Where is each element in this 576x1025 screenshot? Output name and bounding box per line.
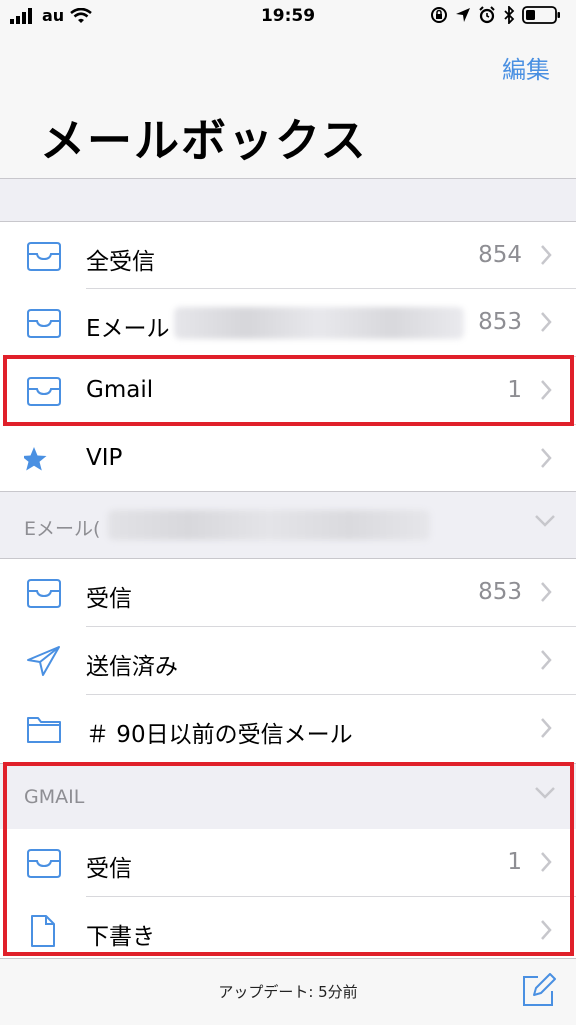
mailbox-row-gmail[interactable]: Gmail 1 [0,357,576,425]
folder-label: 受信 [86,856,132,882]
inbox-tray-icon [27,849,61,878]
folder-label: 送信済み [86,654,178,680]
paper-plane-icon [27,646,60,676]
chevron-down-icon [535,787,555,799]
folder-row-gmail-inbox[interactable]: 受信 1 [0,829,576,897]
account-name: GMAIL [24,786,85,808]
alarm-icon [479,6,495,24]
inbox-tray-icon [27,377,61,406]
orientation-lock-icon [431,7,447,23]
star-icon [24,447,47,471]
unread-count: 853 [478,579,522,605]
navigation-header: 編集 メールボックス [0,36,576,179]
location-icon [456,8,470,22]
folder-row-gmail-drafts[interactable]: 下書き [0,897,576,965]
mailbox-label: Gmail [86,377,154,403]
chevron-right-icon [541,312,552,332]
unread-count: 854 [478,242,522,268]
chevron-right-icon [541,448,552,468]
redacted-account [108,510,430,540]
section-gap [0,179,576,221]
folder-row-inbox[interactable]: 受信 853 [0,559,576,627]
folder-row-sent[interactable]: 送信済み [0,627,576,695]
mailbox-label: VIP [86,445,123,471]
inbox-tray-icon [27,579,61,608]
chevron-down-icon [535,515,555,527]
mailbox-label: 全受信 [86,249,155,275]
status-bar: au 19:59 [0,0,576,36]
chevron-right-icon [541,650,552,670]
bottom-toolbar: アップデート: 5分前 [0,958,576,1025]
account-section-header-email[interactable]: Eメール( [0,491,576,559]
folder-icon [27,717,61,743]
redacted-address [174,307,464,339]
chevron-right-icon [541,920,552,940]
folder-label: ＃ 90日以前の受信メール [86,722,353,748]
bluetooth-icon [504,6,515,24]
document-icon [31,915,55,947]
update-status: アップデート: 5分前 [218,983,358,1001]
chevron-right-icon [541,582,552,602]
edit-button[interactable]: 編集 [502,50,550,85]
folder-label: 下書き [86,924,155,950]
folder-label: 受信 [86,586,132,612]
unread-count: 1 [507,377,522,403]
chevron-right-icon [541,718,552,738]
mailbox-row-email-account[interactable]: Eメール 853 [0,289,576,357]
mailbox-row-vip[interactable]: VIP [0,425,576,493]
account-name: Eメール( [24,518,101,540]
unread-count: 1 [507,849,522,875]
chevron-right-icon [541,852,552,872]
chevron-right-icon [541,380,552,400]
inbox-tray-icon [27,242,61,271]
unread-count: 853 [478,309,522,335]
mailbox-label: Eメール [86,316,170,342]
account-section-header-gmail[interactable]: GMAIL [0,763,576,831]
status-right [430,6,562,24]
folder-row-old-inbox[interactable]: ＃ 90日以前の受信メール [0,695,576,763]
mailbox-row-all-inbox[interactable]: 全受信 854 [0,221,576,289]
compose-icon[interactable] [520,973,556,1009]
page-title: メールボックス [40,114,368,167]
chevron-right-icon [541,245,552,265]
inbox-tray-icon [27,309,61,338]
battery-icon [522,6,560,24]
